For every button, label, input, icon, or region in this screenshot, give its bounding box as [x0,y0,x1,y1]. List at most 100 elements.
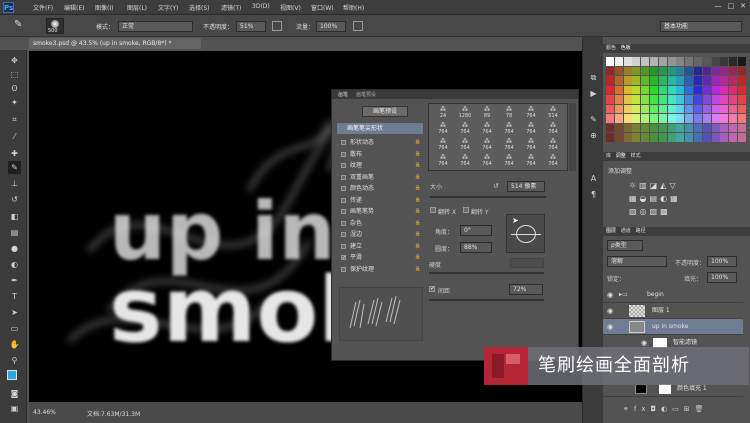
brush-tip-preset[interactable]: ⁂ 764 [521,122,541,135]
shape-tool-icon[interactable]: ▭ [8,322,21,335]
color-swatch[interactable] [606,114,614,123]
lock-icon[interactable]: 🔒 [415,218,421,229]
clone-stamp-tool-icon[interactable]: ⊥ [8,177,21,190]
brush-tip-preset[interactable]: ⁂ 24 [433,106,453,119]
color-swatch[interactable] [720,76,729,85]
color-swatch[interactable] [720,66,729,75]
brush-category-item[interactable]: 画笔笔势 🔒 [339,206,423,217]
color-swatch[interactable] [702,66,711,75]
quick-mask-icon[interactable]: ◙ [8,387,21,400]
color-swatch[interactable] [729,95,738,104]
color-swatch[interactable] [711,66,720,75]
history-panel-icon[interactable]: ⧉ [587,71,600,84]
color-swatch[interactable] [738,123,746,132]
color-swatch[interactable] [641,76,650,85]
spacing-slider[interactable] [429,299,544,301]
brush-tip-preset[interactable]: ⁂ 764 [499,154,519,167]
color-swatch[interactable] [711,95,720,104]
color-swatch[interactable] [650,76,658,85]
category-checkbox[interactable] [341,197,346,203]
category-checkbox[interactable] [341,232,346,237]
color-swatch[interactable] [676,85,685,94]
color-swatch[interactable] [694,57,702,66]
color-swatch[interactable] [650,133,658,142]
color-swatch[interactable] [632,85,641,94]
brush-tip-preset[interactable]: ⁂ 1280 [455,106,475,119]
brush-tip-preset[interactable]: ⁂ 764 [521,154,541,167]
color-swatch[interactable] [606,66,614,75]
brush-tool-icon-active[interactable]: ✎ [8,161,21,174]
color-swatch[interactable] [711,76,720,85]
brush-tip-preset[interactable]: ⁂ 89 [477,106,497,119]
color-swatch[interactable] [738,57,746,66]
visibility-eye-icon[interactable]: ◉ [607,319,613,335]
color-swatch[interactable] [738,104,746,113]
category-checkbox[interactable] [341,140,346,145]
color-swatch[interactable] [702,133,711,142]
brush-category-item[interactable]: 保护纹理 🔒 [339,264,423,275]
color-swatch[interactable] [623,95,632,104]
category-checkbox[interactable] [341,186,346,191]
color-swatch[interactable] [694,66,702,75]
lasso-tool-icon[interactable]: ʘ [8,82,21,95]
reset-size-icon[interactable]: ↺ [493,182,499,190]
category-checkbox[interactable]: ✓ [341,255,346,261]
color-swatch[interactable] [632,104,641,113]
gradient-tool-icon[interactable]: ▤ [8,226,21,239]
lock-icon[interactable]: 🔒 [415,241,421,252]
color-swatch[interactable] [694,123,702,132]
color-swatch[interactable] [729,104,738,113]
category-checkbox[interactable] [341,266,346,272]
color-swatch[interactable] [711,57,720,66]
color-swatch[interactable] [614,133,623,142]
tab-channels[interactable]: 通道 [621,228,631,234]
menu-filter[interactable]: 滤镜(T) [221,3,241,12]
flip-y-checkbox[interactable] [463,207,469,213]
menu-edit[interactable]: 编辑(E) [64,3,84,12]
brush-category-item[interactable]: 传递 🔒 [339,195,423,206]
color-swatch[interactable] [685,133,694,142]
color-swatch[interactable] [720,133,729,142]
color-swatch[interactable] [720,123,729,132]
brush-tip-preset[interactable]: ⁂ 764 [433,122,453,135]
flow-input[interactable]: 100% [316,21,346,32]
color-swatch[interactable] [720,114,729,123]
opacity-input[interactable]: 51% [236,21,266,32]
character-panel-icon[interactable]: A [587,172,600,185]
color-swatch[interactable] [614,76,623,85]
color-swatch[interactable] [623,85,632,94]
color-swatch[interactable] [685,114,694,123]
eraser-tool-icon[interactable]: ◧ [8,210,21,223]
color-swatch[interactable] [632,57,641,66]
color-swatch[interactable] [606,57,614,66]
tab-paths[interactable]: 路径 [636,228,646,234]
lock-icon[interactable]: 🔒 [415,206,421,217]
color-swatch[interactable] [658,114,667,123]
layer-row-layer1[interactable]: ◉ 图层 1 [603,303,743,319]
brush-category-item[interactable]: 建立 🔒 [339,241,423,252]
menu-file[interactable]: 文件(F) [33,3,53,12]
color-swatch[interactable] [632,133,641,142]
size-input[interactable]: 514 像素 [507,181,545,192]
color-swatch[interactable] [738,76,746,85]
color-swatch[interactable] [641,57,650,66]
color-swatch[interactable] [685,104,694,113]
color-swatch[interactable] [614,66,623,75]
type-tool-icon[interactable]: T [8,290,21,303]
brush-tip-preset[interactable]: ⁂ 764 [455,138,475,151]
color-swatch[interactable] [702,104,711,113]
color-swatch[interactable] [632,76,641,85]
document-tab[interactable]: smoke3.psd @ 43.5% (up in smoke, RGB/8*)… [29,38,201,49]
color-swatch[interactable] [711,114,720,123]
color-swatch[interactable] [694,76,702,85]
color-swatch[interactable] [685,57,694,66]
brush-category-item[interactable]: 双重画笔 🔒 [339,172,423,183]
airbrush-icon[interactable] [353,21,363,31]
tab-brush-presets[interactable]: 画笔预设 [356,91,376,98]
brush-category-item[interactable]: 形状动态 🔒 [339,137,423,148]
fill-input[interactable]: 100% [707,272,737,283]
color-swatch[interactable] [667,76,676,85]
brush-tips-grid[interactable]: ⁂ 24 ⁂ 1280 ⁂ 89 ⁂ 78 ⁂ 764 ⁂ 514 ⁂ 764 ⁂ 764 ⁂ 764 ⁂ 764 ⁂ 7… [428,103,568,171]
color-swatch[interactable] [729,85,738,94]
color-swatch[interactable] [694,85,702,94]
